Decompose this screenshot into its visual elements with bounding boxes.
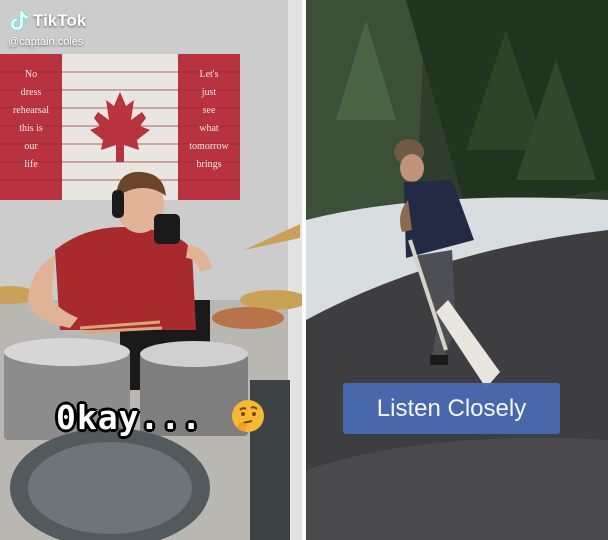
right-video-panel[interactable] [306, 0, 608, 540]
flag-left-text: our [24, 141, 38, 152]
flag-left-text: this is [19, 123, 43, 134]
tiktok-app-name: TikTok [33, 11, 87, 30]
flag-right-text: see [203, 105, 216, 116]
tiktok-logo-icon [10, 10, 29, 31]
left-caption-text: 0kay... [56, 398, 203, 437]
video-frame[interactable]: No dress rehearsal this is our life Let's just s… [0, 0, 608, 540]
creator-handle: @captain.coles [8, 36, 84, 48]
flag-right-text: what [199, 123, 219, 134]
right-caption-text: Listen Closely [376, 394, 527, 422]
flag-sign: No dress rehearsal this is our life Let's just s… [0, 54, 240, 200]
flag-right-text: tomorrow [189, 141, 229, 152]
headphones-icon [112, 190, 124, 218]
flag-right-text: Let's [199, 69, 218, 80]
left-video-panel[interactable]: No dress rehearsal this is our life Let's just s… [0, 0, 302, 540]
flag-left-text: rehearsal [13, 105, 49, 116]
flag-left-text: life [24, 159, 38, 170]
flag-left-text: No [25, 69, 37, 80]
flag-right-text: just [201, 87, 217, 98]
thinking-face-emoji-icon [232, 400, 264, 432]
mug-icon [154, 214, 180, 244]
drummer-scene: No dress rehearsal this is our life Let's just s… [0, 0, 302, 540]
shoveling-scene [306, 0, 608, 540]
flag-left-text: dress [21, 87, 42, 98]
flag-right-text: brings [197, 159, 222, 170]
drum-stool [212, 307, 284, 329]
right-caption-box: Listen Closely [343, 383, 560, 434]
tiktok-watermark: TikTok [9, 10, 86, 32]
